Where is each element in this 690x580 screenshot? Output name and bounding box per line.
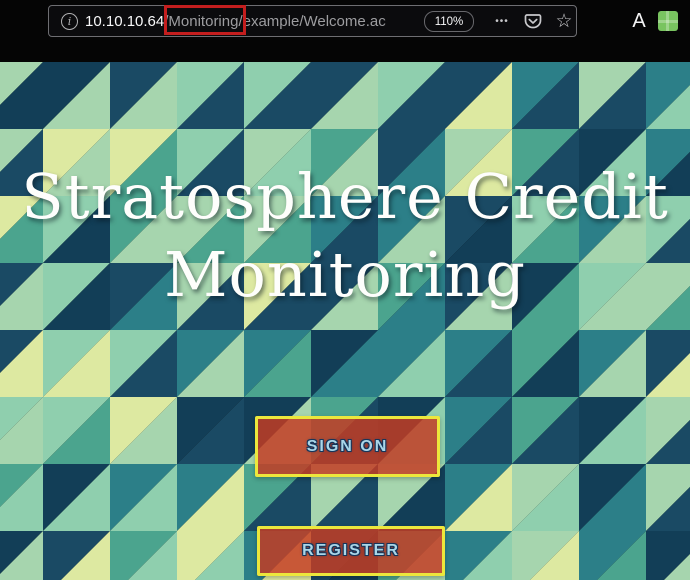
- zoom-level-badge[interactable]: 110%: [424, 11, 474, 32]
- url-bar[interactable]: i 10.10.10.64/Monitoring/example/Welcome…: [48, 5, 577, 37]
- page-actions-ellipsis-icon[interactable]: •••: [489, 6, 515, 36]
- url-host: 10.10.10.64: [85, 13, 164, 30]
- site-info-icon[interactable]: i: [61, 13, 78, 30]
- browser-toolbar: i 10.10.10.64/Monitoring/example/Welcome…: [0, 0, 690, 62]
- bookmark-star-icon[interactable]: ☆: [553, 6, 575, 36]
- page-title: Stratosphere Credit Monitoring: [0, 62, 690, 314]
- extension-grid-icon[interactable]: [658, 11, 678, 31]
- page-hero: Stratosphere Credit Monitoring SIGN ON R…: [0, 62, 690, 580]
- url-path: /Monitoring/example/Welcome.ac: [164, 13, 385, 30]
- register-button[interactable]: REGISTER: [257, 526, 445, 576]
- page-title-line-2: Monitoring: [0, 236, 690, 314]
- url-text: 10.10.10.64/Monitoring/example/Welcome.a…: [85, 6, 421, 36]
- page-title-line-1: Stratosphere Credit: [0, 158, 690, 236]
- sign-on-button[interactable]: SIGN ON: [255, 416, 440, 477]
- extension-a-button[interactable]: A: [627, 8, 651, 34]
- pocket-icon[interactable]: [523, 11, 543, 31]
- url-fade-overlay: [381, 7, 423, 35]
